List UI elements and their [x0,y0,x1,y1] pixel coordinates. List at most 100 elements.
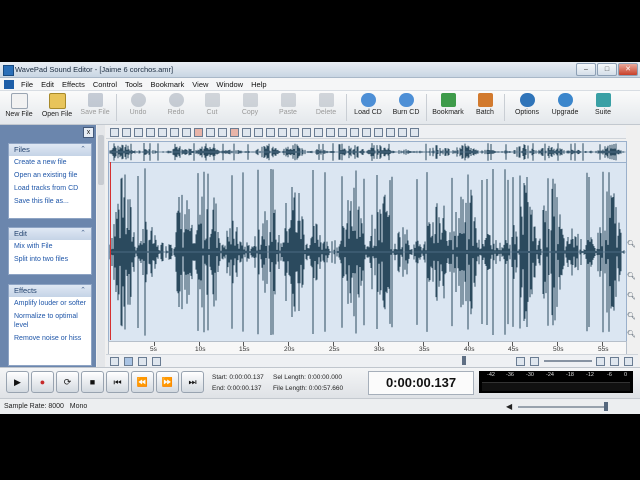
waveform-editor[interactable] [108,162,627,342]
volume-slider-thumb[interactable] [604,402,608,411]
menu-help[interactable]: Help [247,80,270,89]
effects-panel-header[interactable]: Effects ⌃ [9,285,91,297]
new-file-button[interactable]: New File [4,93,34,118]
loop-button[interactable]: ⟳ [56,371,79,393]
zoom-full-icon[interactable]: 🔍︎ [627,330,636,339]
collapse-chevron-icon[interactable]: ⌃ [80,228,86,240]
zoom-out-icon[interactable]: 🔍︎ [627,272,636,281]
save-file-button[interactable]: Save File [78,93,112,116]
menu-edit[interactable]: Edit [37,80,58,89]
mix-with-file-link[interactable]: Mix with File [9,240,91,253]
sidebar-scrollbar[interactable] [97,125,105,401]
spectral-icon[interactable] [410,128,419,137]
echo-icon[interactable] [182,128,191,137]
vst-plugin-icon[interactable] [350,128,359,137]
play-button[interactable]: ▶ [6,371,29,393]
zoom-in-icon[interactable]: 🔍︎ [627,240,636,249]
select-all-icon[interactable] [122,128,131,137]
waveform-overview[interactable] [108,141,627,163]
undo-button[interactable]: Undo [124,93,152,116]
compressor-icon[interactable] [302,128,311,137]
pitch-icon[interactable] [254,128,263,137]
skip-to-start-button[interactable]: ⏮ [106,371,129,393]
scroll-right-icon[interactable] [516,357,525,366]
maximize-button[interactable]: □ [597,63,617,76]
options-button[interactable]: Options [512,93,542,116]
create-new-file-link[interactable]: Create a new file [9,156,91,169]
speaker-icon[interactable]: ◀ [506,402,512,411]
fade-out-icon[interactable] [146,128,155,137]
remove-noise-link[interactable]: Remove noise or hiss [9,332,91,345]
volume-slider-track[interactable] [518,406,608,408]
minimize-button[interactable]: – [576,63,596,76]
menu-bookmark[interactable]: Bookmark [147,80,189,89]
noise-reduction-icon[interactable] [230,128,239,137]
zoom-slider-track[interactable] [544,360,592,362]
skip-to-end-button[interactable]: ⏭ [181,371,204,393]
collapse-chevron-icon[interactable]: ⌃ [80,144,86,156]
save-file-as-link[interactable]: Save this file as... [9,195,91,208]
upgrade-button[interactable]: Upgrade [549,93,581,116]
collapse-chevron-icon[interactable]: ⌃ [80,285,86,297]
load-cd-button[interactable]: Load CD [352,93,384,116]
redo-button[interactable]: Redo [162,93,190,116]
load-tracks-cd-link[interactable]: Load tracks from CD [9,182,91,195]
zoom-in-small-icon[interactable] [596,357,605,366]
fast-forward-button[interactable]: ⏩ [156,371,179,393]
equalizer-icon[interactable] [218,128,227,137]
menu-view[interactable]: View [188,80,212,89]
chorus-icon[interactable] [326,128,335,137]
zoom-slider-thumb[interactable] [462,356,466,365]
menu-window[interactable]: Window [212,80,247,89]
tempo-icon[interactable] [266,128,275,137]
pencil-icon[interactable] [110,357,119,366]
scrollbar-thumb[interactable] [98,135,104,185]
record-button[interactable]: ● [31,371,54,393]
spectrum-view-icon[interactable] [138,357,147,366]
open-file-button[interactable]: Open File [40,93,74,118]
zoom-selection-small-icon[interactable] [624,357,633,366]
zoom-selection-icon[interactable]: 🔍︎ [627,312,636,321]
paste-button[interactable]: Paste [274,93,302,116]
sidebar-close-button[interactable]: x [83,127,94,138]
low-pass-icon[interactable] [398,128,407,137]
menu-tools[interactable]: Tools [121,80,147,89]
burn-cd-button[interactable]: Burn CD [390,93,422,116]
close-button[interactable]: ✕ [618,63,638,76]
high-pass-icon[interactable] [386,128,395,137]
voice-change-icon[interactable] [362,128,371,137]
amplify-link[interactable]: Amplify louder or softer [9,297,91,310]
stop-button[interactable]: ■ [81,371,104,393]
document-icon[interactable] [4,79,14,89]
silence-icon[interactable] [242,128,251,137]
suite-button[interactable]: Suite [590,93,616,116]
cut-button[interactable]: Cut [200,93,224,116]
copy-button[interactable]: Copy [236,93,264,116]
menu-file[interactable]: File [17,80,37,89]
batch-button[interactable]: Batch [472,93,498,116]
fade-in-icon[interactable] [134,128,143,137]
flanger-icon[interactable] [338,128,347,137]
normalize-icon[interactable] [170,128,179,137]
envelope-icon[interactable] [290,128,299,137]
scroll-left-icon[interactable] [152,357,161,366]
bookmark-button[interactable]: Bookmark [430,93,466,116]
menu-effects[interactable]: Effects [58,80,89,89]
files-panel-header[interactable]: Files ⌃ [9,144,91,156]
waveform-view-icon[interactable] [124,357,133,366]
normalize-link[interactable]: Normalize to optimal level [9,310,91,332]
playback-cursor[interactable] [110,162,111,340]
select-tool-icon[interactable] [110,128,119,137]
zoom-full-small-icon[interactable] [610,357,619,366]
open-existing-file-link[interactable]: Open an existing file [9,169,91,182]
band-pass-icon[interactable] [374,128,383,137]
reverse-icon[interactable] [206,128,215,137]
reverb-icon[interactable] [194,128,203,137]
zoom-fit-icon[interactable]: 🔍︎ [627,292,636,301]
zoom-out-small-icon[interactable] [530,357,539,366]
menu-control[interactable]: Control [89,80,121,89]
amplify-icon[interactable] [158,128,167,137]
rewind-button[interactable]: ⏪ [131,371,154,393]
speed-icon[interactable] [278,128,287,137]
edit-panel-header[interactable]: Edit ⌃ [9,228,91,240]
